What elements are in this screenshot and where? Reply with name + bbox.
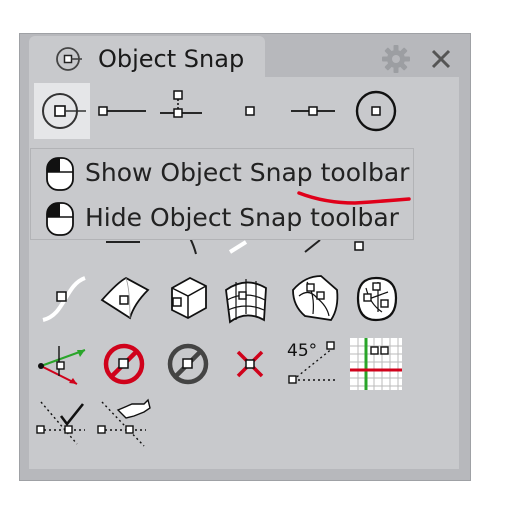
panel-title: Object Snap <box>98 45 245 73</box>
object-snap-tab-icon <box>56 47 82 71</box>
gear-icon[interactable] <box>380 43 412 75</box>
snap-end-icon[interactable] <box>92 83 148 139</box>
snap-near-icon[interactable] <box>150 83 206 139</box>
snap-point-icon[interactable] <box>222 83 278 139</box>
snap-project-icon[interactable] <box>160 336 216 392</box>
snap-smarttrack-icon[interactable]: 45° <box>283 336 339 392</box>
snap-cancel-icon[interactable] <box>222 336 278 392</box>
snap-disable-icon[interactable] <box>96 336 152 392</box>
snap-filter-icon[interactable] <box>35 396 91 452</box>
smarttrack-angle-label: 45° <box>287 341 317 361</box>
snap-polysurface-icon[interactable] <box>160 270 216 326</box>
snap-surface-icon[interactable] <box>96 270 152 326</box>
mouse-left-icon <box>46 202 74 236</box>
snap-curve-icon[interactable] <box>35 270 91 326</box>
annotation-underline <box>297 191 411 205</box>
close-icon[interactable] <box>425 43 457 75</box>
snap-mesh-icon[interactable] <box>218 270 274 326</box>
snap-tan-perp-icon[interactable] <box>35 336 91 392</box>
snap-center-circle-icon[interactable] <box>348 83 404 139</box>
snap-subd-icon[interactable] <box>285 270 341 326</box>
snap-center-icon[interactable] <box>34 83 90 139</box>
snap-grid-icon[interactable] <box>348 336 404 392</box>
snap-onpoint-icon[interactable] <box>96 396 152 452</box>
snap-brep-icon[interactable] <box>348 270 404 326</box>
snap-mid-icon[interactable] <box>285 83 341 139</box>
mouse-left-icon <box>46 157 74 191</box>
